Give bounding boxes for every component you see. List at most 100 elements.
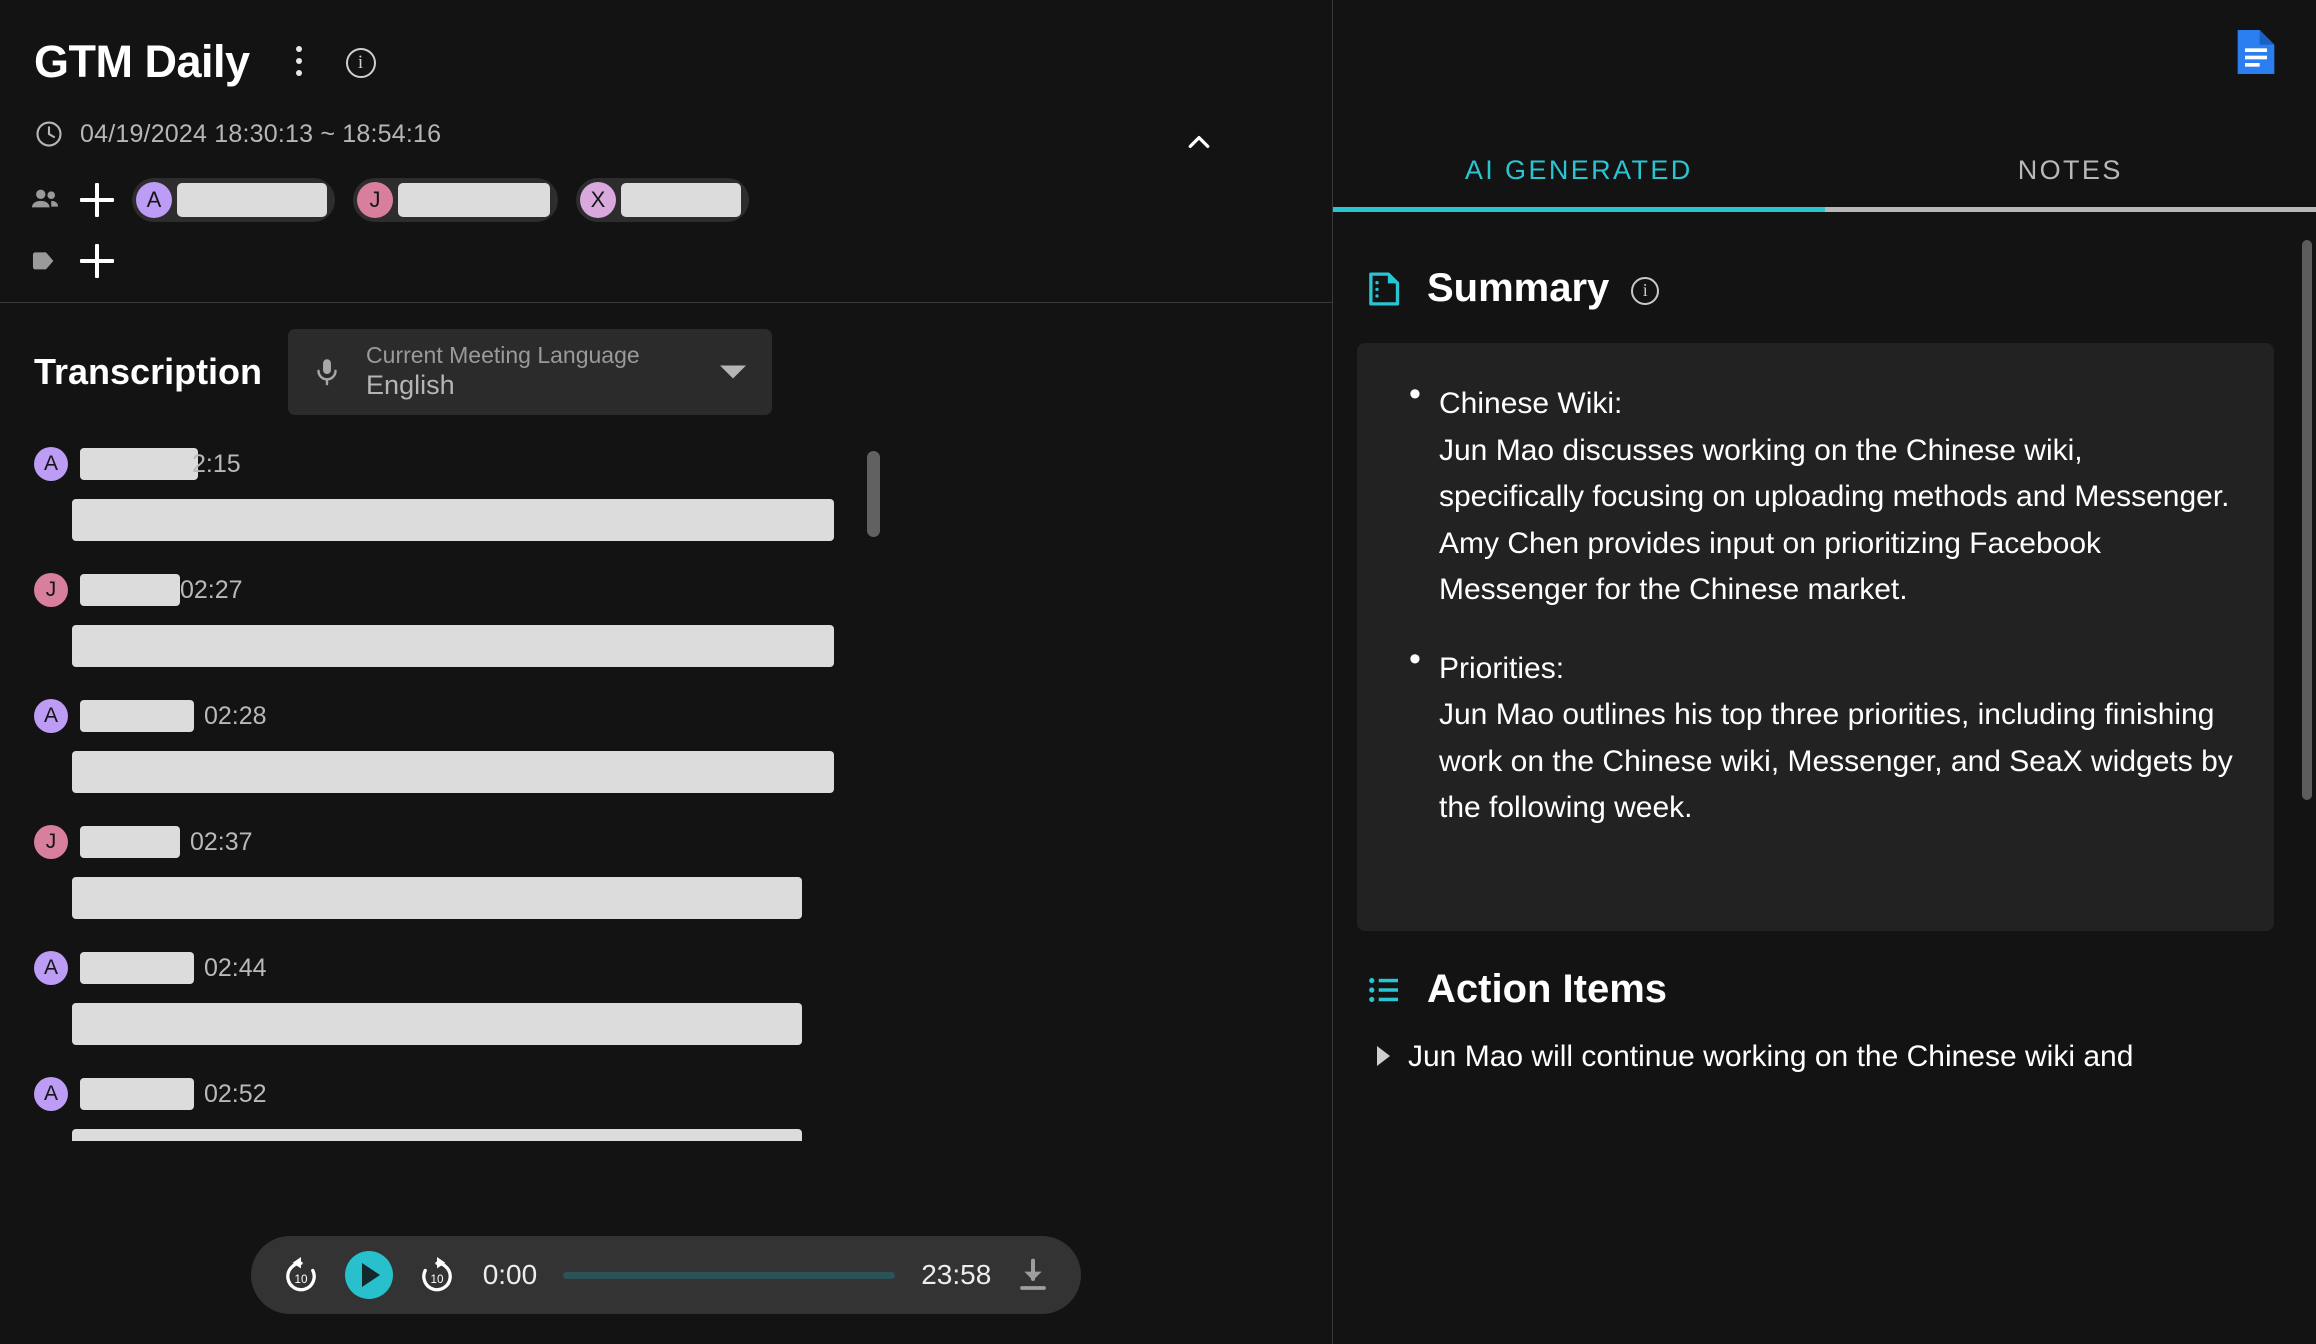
summary-header: Summary i: [1333, 212, 2316, 311]
transcript-text-redacted: [72, 499, 834, 541]
avatar: A: [34, 1077, 68, 1111]
participant-chip[interactable]: A: [132, 178, 335, 222]
summary-bullet-heading: Priorities:: [1439, 646, 2234, 693]
summary-bullet: Priorities: Jun Mao outlines his top thr…: [1397, 646, 2234, 832]
transcript-row[interactable]: A 02:52: [34, 1071, 1332, 1141]
download-icon[interactable]: [1013, 1255, 1053, 1295]
transcript-row[interactable]: A 02:28: [34, 693, 1332, 793]
summary-title: Summary: [1427, 266, 1609, 311]
transcript-scrollbar-thumb[interactable]: [867, 451, 880, 537]
summary-bullet-body: Jun Mao discusses working on the Chinese…: [1439, 428, 2234, 614]
participant-name-redacted: [621, 183, 741, 217]
title-bar: GTM Daily i: [0, 0, 1332, 100]
summary-bullet-list: Chinese Wiki: Jun Mao discusses working …: [1397, 381, 2234, 832]
google-docs-icon[interactable]: [2234, 26, 2278, 78]
avatar: A: [34, 699, 68, 733]
kebab-dot: [296, 70, 302, 76]
page-title: GTM Daily: [34, 39, 250, 84]
info-icon[interactable]: i: [1631, 277, 1659, 305]
transcript-row[interactable]: A 02:44: [34, 945, 1332, 1045]
action-items-list: Jun Mao will continue working on the Chi…: [1333, 1012, 2316, 1079]
progress-bar[interactable]: [563, 1272, 895, 1279]
people-icon: [28, 183, 62, 217]
speaker-name-redacted: [80, 448, 198, 480]
kebab-menu-icon[interactable]: [272, 34, 326, 88]
avatar: J: [357, 182, 393, 218]
transcription-header: Transcription Current Meeting Language E…: [0, 303, 1332, 415]
collapse-details-button[interactable]: [1170, 118, 1228, 166]
summary-bullet-body: Jun Mao outlines his top three prioritie…: [1439, 692, 2234, 832]
language-select-label: Current Meeting Language: [366, 343, 640, 368]
tab-notes[interactable]: NOTES: [1825, 128, 2316, 212]
meeting-language-select[interactable]: Current Meeting Language English: [288, 329, 772, 415]
add-participant-button[interactable]: [74, 177, 120, 223]
avatar: J: [34, 825, 68, 859]
forward-10-icon[interactable]: 10: [415, 1253, 459, 1297]
tag-icon: [28, 244, 62, 278]
tab-underline-active: [1333, 207, 1825, 212]
transcript-text-redacted: [72, 625, 834, 667]
summary-bullet-heading: Chinese Wiki:: [1439, 381, 2234, 428]
avatar: X: [580, 182, 616, 218]
right-panel-tabs: AI GENERATED NOTES: [1333, 128, 2316, 212]
right-pane: AI GENERATED NOTES Summary i Chin: [1333, 0, 2316, 1344]
transcript-text-redacted: [72, 751, 834, 793]
audio-player: 10 10 0:00 23:58: [251, 1236, 1082, 1314]
speaker-name-redacted: [80, 1078, 194, 1110]
speaker-name-redacted: [80, 574, 180, 606]
speaker-name-redacted: [80, 700, 194, 732]
transcript-timestamp[interactable]: 02:28: [204, 702, 267, 731]
left-pane: GTM Daily i 04/19/2024 18:30:13 ~ 18:54:…: [0, 0, 1332, 1344]
avatar: A: [34, 447, 68, 481]
transcript-timestamp[interactable]: 02:52: [204, 1080, 267, 1109]
transcription-title: Transcription: [34, 351, 262, 393]
transcript-row[interactable]: J 02:37: [34, 819, 1332, 919]
transcript-text-redacted: [72, 1129, 802, 1141]
kebab-dot: [296, 46, 302, 52]
meeting-notes-app: GTM Daily i 04/19/2024 18:30:13 ~ 18:54:…: [0, 0, 2316, 1344]
language-select-value: English: [366, 371, 640, 401]
svg-text:10: 10: [430, 1273, 444, 1286]
transcript-text-redacted: [72, 877, 802, 919]
action-items-title: Action Items: [1427, 967, 1667, 1012]
replay-10-icon[interactable]: 10: [279, 1253, 323, 1297]
participants-row: A J X: [0, 150, 1332, 224]
total-time: 23:58: [921, 1259, 991, 1291]
right-panel-scrollbar-thumb[interactable]: [2302, 240, 2312, 800]
transcript-row[interactable]: J 02:27: [34, 567, 1332, 667]
current-time: 0:00: [483, 1259, 538, 1291]
meeting-time-range: 04/19/2024 18:30:13 ~ 18:54:16: [80, 120, 441, 149]
info-icon[interactable]: i: [346, 48, 376, 78]
clock-icon: [34, 119, 64, 149]
transcript-row[interactable]: A 2:15: [34, 441, 1332, 541]
transcript-list[interactable]: A 2:15 J 02:27 A 02:28: [0, 441, 1332, 1141]
transcript-scrollbar[interactable]: [867, 451, 880, 1071]
summary-card: Chinese Wiki: Jun Mao discusses working …: [1357, 343, 2274, 931]
chevron-down-icon: [720, 366, 746, 379]
transcript-timestamp[interactable]: 02:44: [204, 954, 267, 983]
summary-bullet: Chinese Wiki: Jun Mao discusses working …: [1397, 381, 2234, 614]
microphone-icon: [310, 355, 344, 389]
transcript-timestamp[interactable]: 02:27: [180, 576, 243, 605]
participant-chip[interactable]: X: [576, 178, 749, 222]
document-summary-icon: [1363, 268, 1405, 310]
avatar: A: [34, 951, 68, 985]
add-tag-button[interactable]: [74, 238, 120, 284]
play-button[interactable]: [345, 1251, 393, 1299]
participant-name-redacted: [398, 183, 550, 217]
participant-chip[interactable]: J: [353, 178, 558, 222]
tab-ai-generated[interactable]: AI GENERATED: [1333, 128, 1825, 212]
chevron-up-icon: [1184, 127, 1214, 157]
action-item[interactable]: Jun Mao will continue working on the Chi…: [1377, 1034, 2274, 1079]
speaker-name-redacted: [80, 826, 180, 858]
action-item-text: Jun Mao will continue working on the Chi…: [1408, 1034, 2133, 1079]
audio-player-wrapper: 10 10 0:00 23:58: [0, 1236, 1332, 1314]
chevron-right-icon[interactable]: [1377, 1046, 1390, 1066]
transcript-timestamp[interactable]: 02:37: [190, 828, 253, 857]
right-panel-scrollbar[interactable]: [2302, 240, 2312, 870]
action-items-header: Action Items: [1333, 931, 2316, 1012]
participant-name-redacted: [177, 183, 327, 217]
svg-text:10: 10: [294, 1273, 308, 1286]
transcript-timestamp[interactable]: 2:15: [192, 450, 241, 479]
tags-row: [0, 224, 1332, 284]
